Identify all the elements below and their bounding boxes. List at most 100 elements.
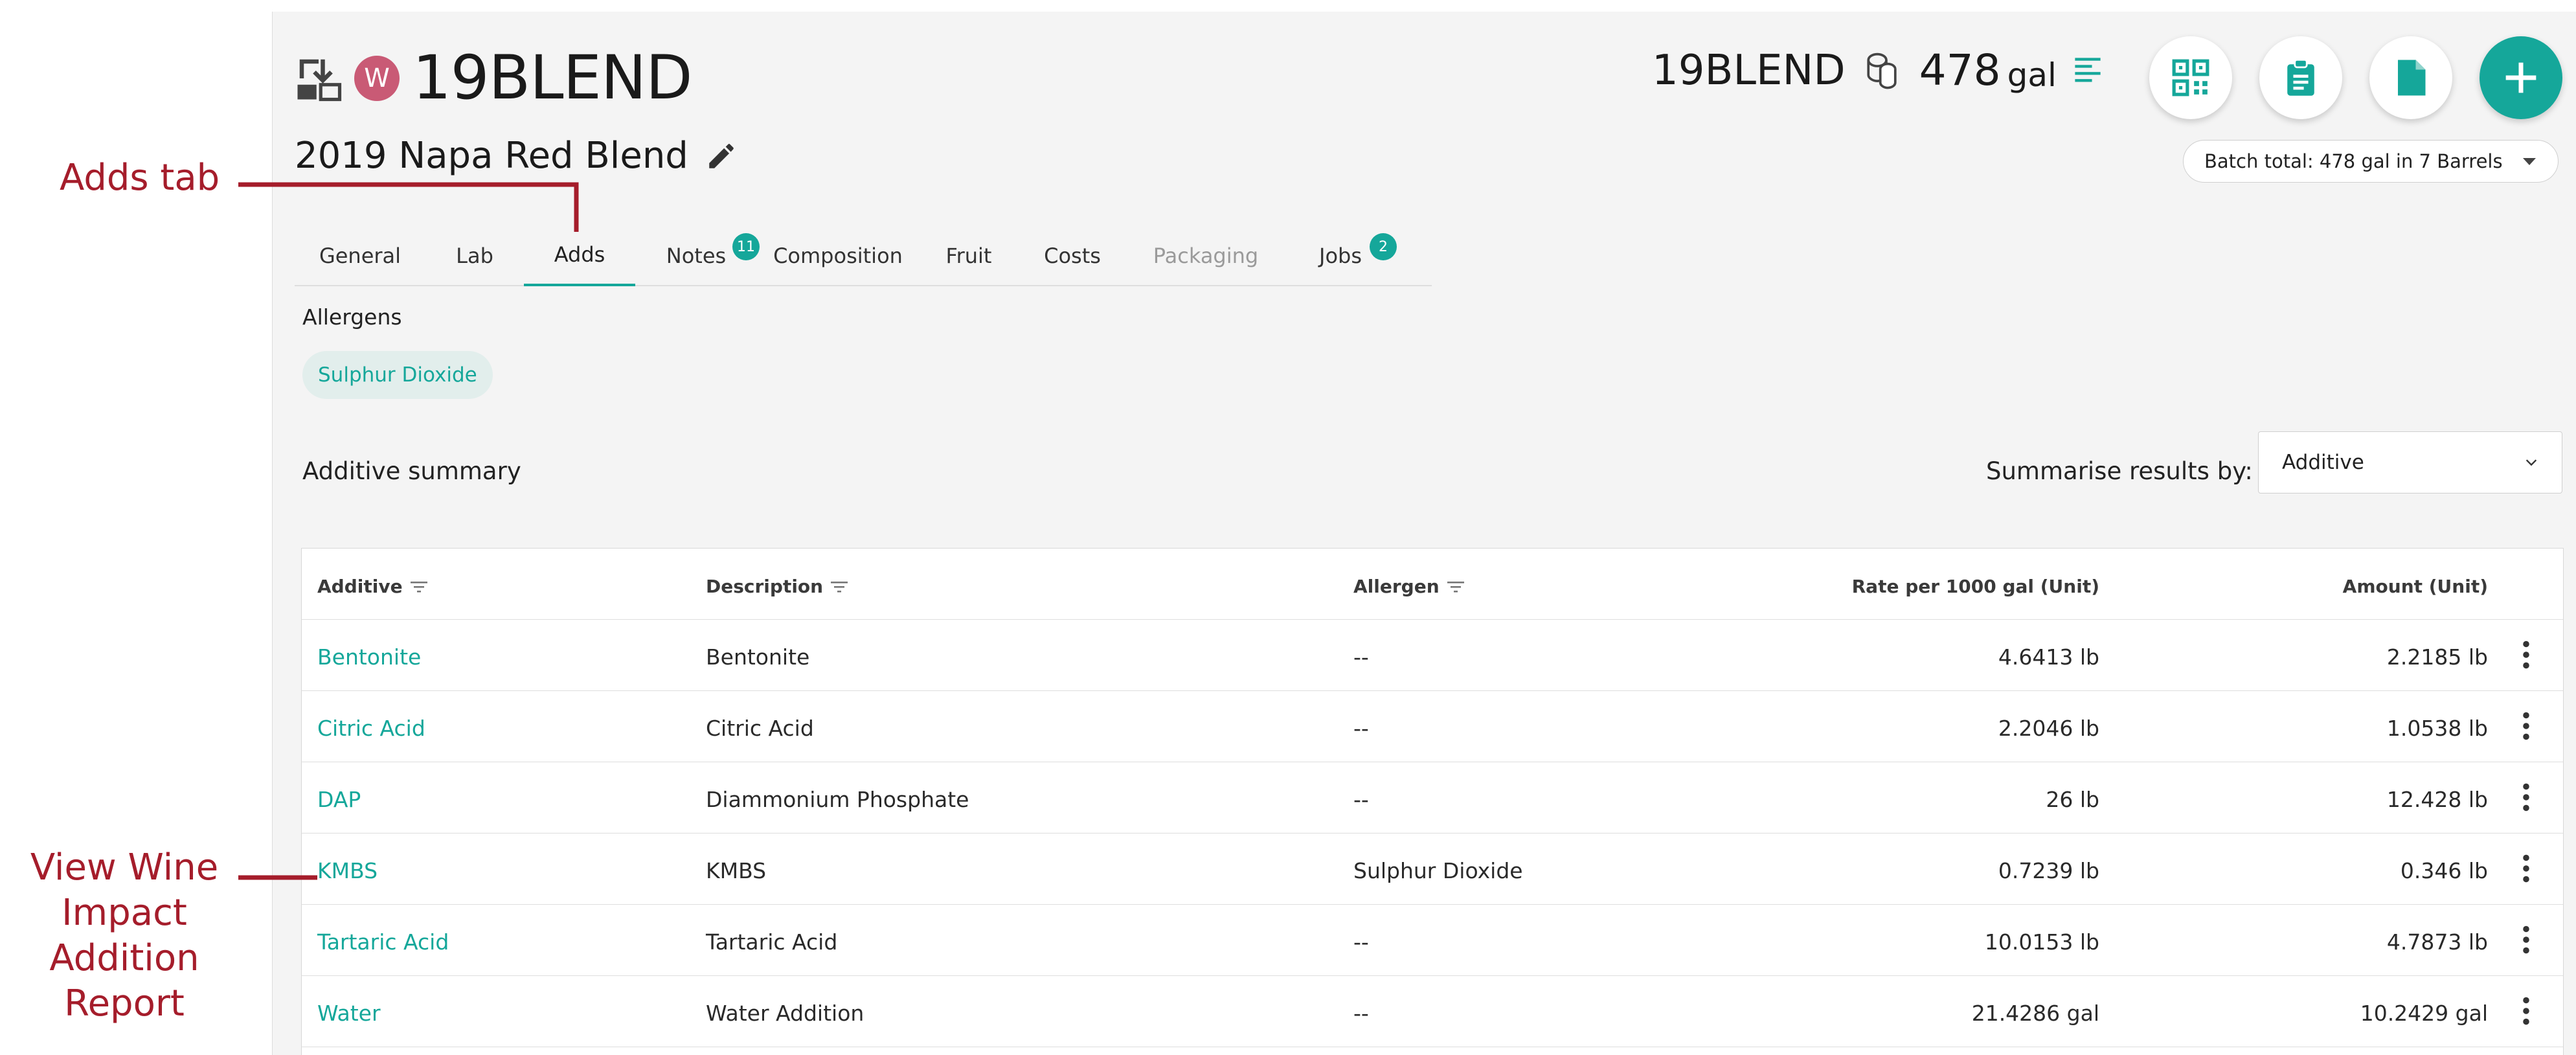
- amount-cell: 4.7873 lb: [2386, 929, 2488, 955]
- amount-cell: 0.346 lb: [2400, 858, 2488, 883]
- tab-costs[interactable]: Costs: [1019, 225, 1126, 286]
- rate-cell: 0.7239 lb: [1998, 858, 2099, 883]
- chevron-down-icon: [2525, 459, 2537, 466]
- app-window: W 19BLEND 19BLEND 478 gal 2019 Napa Red …: [272, 12, 2576, 1055]
- more-options-icon[interactable]: [2520, 854, 2532, 883]
- allergen-chip: Sulphur Dioxide: [302, 351, 493, 399]
- summarise-value: Additive: [2282, 451, 2364, 474]
- allergen-cell: --: [1353, 929, 1369, 955]
- allergen-cell: --: [1353, 787, 1369, 812]
- filter-icon[interactable]: [410, 580, 427, 593]
- additive-link[interactable]: DAP: [317, 787, 361, 812]
- document-button[interactable]: [2369, 36, 2452, 119]
- table-row: DAP Diammonium Phosphate -- 26 lb 12.428…: [302, 762, 2563, 834]
- tab-general[interactable]: General: [295, 225, 425, 286]
- additive-link[interactable]: KMBS: [317, 858, 378, 883]
- page-title: 19BLEND: [412, 43, 693, 113]
- additive-table: Additive Description Allergen Rate per 1…: [301, 548, 2564, 1055]
- summarise-label: Summarise results by:: [1986, 457, 2253, 485]
- filter-icon[interactable]: [1447, 580, 1464, 593]
- tab-label: Fruit: [945, 244, 992, 268]
- barrel-icon: [1866, 52, 1897, 89]
- summarise-select[interactable]: Additive: [2258, 431, 2562, 493]
- column-header-additive[interactable]: Additive: [317, 576, 427, 597]
- plus-icon: [2505, 62, 2536, 93]
- qr-code-button[interactable]: [2149, 36, 2232, 119]
- tab-label: Costs: [1044, 244, 1101, 268]
- column-header-label: Allergen: [1353, 576, 1440, 597]
- view-report-annotation: View Wine Impact Addition Report: [30, 846, 219, 1025]
- table-header: Additive Description Allergen Rate per 1…: [302, 549, 2563, 620]
- allergen-cell: Sulphur Dioxide: [1353, 858, 1523, 883]
- details-list-icon[interactable]: [2073, 55, 2102, 86]
- more-options-icon[interactable]: [2520, 783, 2532, 811]
- jobs-count-badge: 2: [1370, 233, 1397, 260]
- tab-lab[interactable]: Lab: [425, 225, 524, 286]
- batch-code-label: 19BLEND: [1652, 46, 1846, 95]
- tab-label: Packaging: [1153, 244, 1259, 268]
- pencil-icon[interactable]: [705, 140, 738, 172]
- tab-composition[interactable]: Composition: [757, 225, 919, 286]
- transfer-icon[interactable]: [293, 53, 344, 104]
- tab-adds[interactable]: Adds: [524, 225, 635, 286]
- tab-label: Notes: [666, 244, 727, 268]
- clipboard-icon: [2287, 58, 2314, 96]
- filter-icon[interactable]: [831, 580, 848, 593]
- tab-label: Composition: [773, 244, 903, 268]
- batch-header: W 19BLEND: [293, 43, 693, 113]
- description-cell: Diammonium Phosphate: [706, 787, 969, 812]
- column-header-amount[interactable]: Amount (Unit): [2229, 576, 2488, 597]
- more-options-icon[interactable]: [2520, 997, 2532, 1025]
- column-header-rate[interactable]: Rate per 1000 gal (Unit): [1791, 576, 2099, 597]
- tab-notes[interactable]: Notes 11: [635, 225, 760, 286]
- rate-cell: 2.2046 lb: [1998, 716, 2099, 741]
- allergen-cell: --: [1353, 644, 1369, 670]
- column-header-label: Rate per 1000 gal (Unit): [1851, 576, 2099, 597]
- tab-label: Adds: [554, 242, 605, 267]
- additive-link[interactable]: Bentonite: [317, 644, 421, 670]
- description-cell: Tartaric Acid: [706, 929, 838, 955]
- adds-tab-annotation: Adds tab: [60, 157, 220, 199]
- table-row: Water Water Addition -- 21.4286 gal 10.2…: [302, 976, 2563, 1047]
- tab-label: Lab: [456, 244, 493, 268]
- add-button[interactable]: [2480, 36, 2562, 119]
- volume-unit: gal: [2007, 56, 2057, 94]
- column-header-label: Amount (Unit): [2342, 576, 2488, 597]
- rate-cell: 26 lb: [2046, 787, 2099, 812]
- additive-summary-title: Additive summary: [302, 457, 521, 485]
- column-header-allergen[interactable]: Allergen: [1353, 576, 1464, 597]
- allergen-cell: --: [1353, 716, 1369, 741]
- amount-cell: 2.2185 lb: [2386, 644, 2488, 670]
- amount-cell: 10.2429 gal: [2360, 1001, 2488, 1026]
- more-options-icon[interactable]: [2520, 641, 2532, 669]
- additive-link[interactable]: Water: [317, 1001, 381, 1026]
- amount-cell: 12.428 lb: [2386, 787, 2488, 812]
- batch-total-dropdown[interactable]: Batch total: 478 gal in 7 Barrels: [2183, 140, 2559, 183]
- tab-bar: General Lab Adds Notes 11 Composition Fr…: [295, 225, 1432, 286]
- batch-summary-bar: 19BLEND 478 gal: [1652, 45, 2102, 95]
- table-row: Citric Acid Citric Acid -- 2.2046 lb 1.0…: [302, 691, 2563, 762]
- tab-label: Jobs: [1319, 244, 1362, 268]
- description-cell: Citric Acid: [706, 716, 814, 741]
- description-cell: Bentonite: [706, 644, 810, 670]
- more-options-icon[interactable]: [2520, 712, 2532, 740]
- document-icon: [2398, 60, 2426, 96]
- description-cell: Water Addition: [706, 1001, 864, 1026]
- tab-fruit[interactable]: Fruit: [919, 225, 1019, 286]
- description-cell: KMBS: [706, 858, 767, 883]
- table-row: Tartaric Acid Tartaric Acid -- 10.0153 l…: [302, 905, 2563, 976]
- additive-link[interactable]: Tartaric Acid: [317, 929, 449, 955]
- clipboard-button[interactable]: [2259, 36, 2342, 119]
- more-options-icon[interactable]: [2520, 925, 2532, 954]
- allergen-cell: --: [1353, 1001, 1369, 1026]
- tab-jobs[interactable]: Jobs 2: [1285, 225, 1397, 286]
- caret-down-icon: [2523, 158, 2536, 165]
- qr-code-icon: [2172, 59, 2209, 96]
- wine-name: 2019 Napa Red Blend: [295, 135, 688, 177]
- rate-cell: 10.0153 lb: [1984, 929, 2099, 955]
- batch-total-label: Batch total: 478 gal in 7 Barrels: [2204, 150, 2503, 172]
- avatar[interactable]: W: [354, 55, 400, 101]
- column-header-label: Additive: [317, 576, 403, 597]
- column-header-description[interactable]: Description: [706, 576, 848, 597]
- additive-link[interactable]: Citric Acid: [317, 716, 425, 741]
